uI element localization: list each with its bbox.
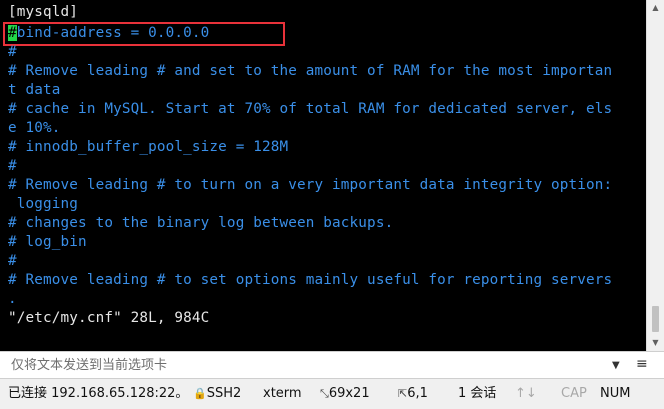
terminal-line: # innodb_buffer_pool_size = 128M [8, 139, 289, 155]
terminal-line: # changes to the binary log between back… [8, 215, 394, 231]
window-size-label: 69x21 [328, 386, 370, 401]
terminal-line: [mysqld] [8, 4, 79, 20]
cursor-position-status: ⇱6,1 [398, 385, 428, 403]
terminal-scrollbar[interactable]: ▲ ▼ [646, 0, 664, 351]
scroll-thumb[interactable] [652, 306, 659, 332]
protocol-status: 🔒SSH2 [193, 385, 241, 403]
highlight-box [3, 22, 285, 46]
terminal-line: . [8, 291, 17, 307]
terminal-line: # [8, 158, 17, 174]
chevron-down-icon[interactable]: ▼ [612, 357, 620, 374]
terminal-line: # Remove leading # to set options mainly… [8, 272, 613, 288]
terminal-line: logging [8, 196, 79, 212]
cursor-position-icon: ⇱ [398, 387, 408, 400]
terminal-status-line: "/etc/my.cnf" 28L, 984C [8, 310, 210, 326]
scroll-up-icon[interactable]: ▲ [647, 0, 664, 16]
session-count: 1 会话 [458, 386, 497, 401]
scroll-down-icon[interactable]: ▼ [647, 335, 664, 351]
connection-status: 已连接 192.168.65.128:22。 [8, 386, 189, 401]
resize-icon: ⤡ [320, 387, 329, 400]
status-bar: 已连接 192.168.65.128:22。 🔒SSH2 xterm ⤡69x2… [0, 379, 664, 409]
window-size-status: ⤡69x21 [320, 385, 370, 403]
terminal-line: # log_bin [8, 234, 87, 250]
terminal-line: # [8, 253, 17, 269]
caps-lock-indicator: CAP [561, 386, 587, 401]
scroll-arrows-icon: ↑↓ [515, 386, 537, 401]
send-text-bar: 仅将文本发送到当前选项卡 ▼ ≡ [0, 351, 664, 379]
cursor-position-label: 6,1 [407, 386, 428, 401]
terminal-line: # [8, 44, 17, 60]
terminal-type: xterm [263, 386, 302, 401]
terminal-line: # Remove leading # and set to the amount… [8, 63, 613, 79]
menu-icon[interactable]: ≡ [636, 355, 648, 374]
terminal-screen[interactable]: [mysqld] #bind-address = 0.0.0.0 # # Rem… [0, 0, 646, 351]
terminal-line: # Remove leading # to turn on a very imp… [8, 177, 613, 193]
send-text-input[interactable]: 仅将文本发送到当前选项卡 [11, 357, 167, 374]
protocol-label: SSH2 [206, 386, 242, 401]
lock-icon: 🔒 [193, 387, 207, 400]
terminal-line: t data [8, 82, 61, 98]
num-lock-indicator: NUM [600, 386, 631, 401]
terminal-line: # cache in MySQL. Start at 70% of total … [8, 101, 613, 117]
terminal-line: e 10%. [8, 120, 61, 136]
